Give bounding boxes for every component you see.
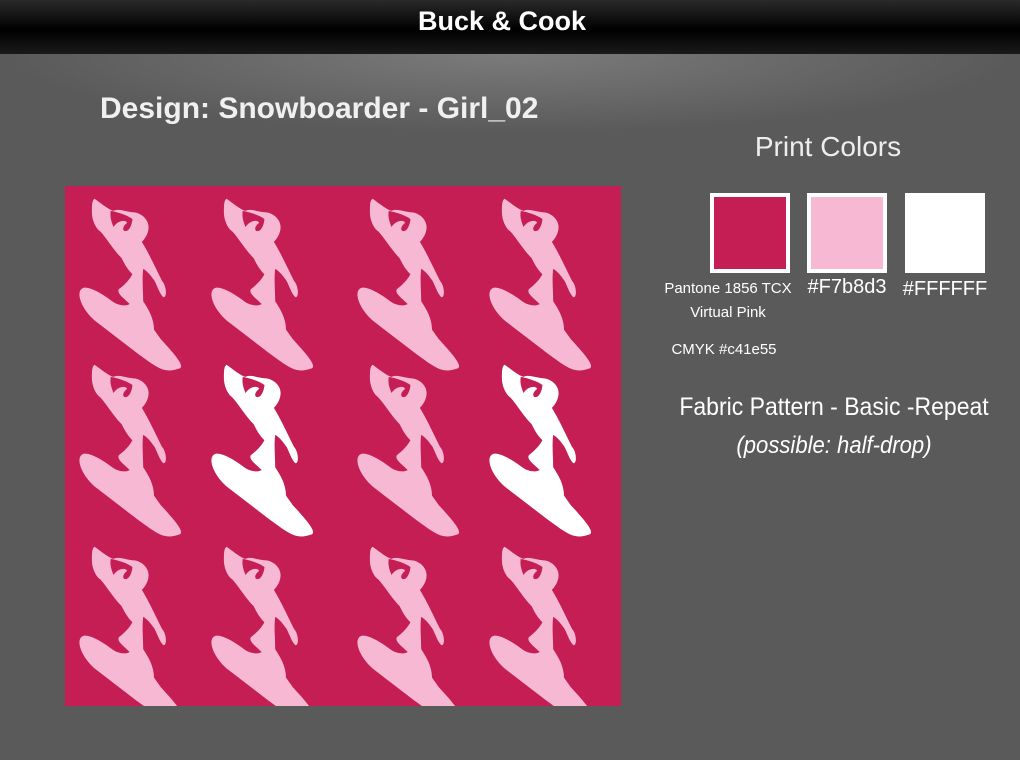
swatch-white <box>905 193 985 273</box>
pattern-type-label: Fabric Pattern - Basic -Repeat <box>679 393 989 421</box>
print-colors-title: Print Colors <box>754 131 902 162</box>
swatch-1-name-label: Virtual Pink <box>690 304 766 321</box>
swatch-3-hex-label: #FFFFFF <box>902 278 988 300</box>
swatch-1-pantone-label: Pantone 1856 TCX <box>664 280 792 297</box>
pattern-alternative-label: (possible: half-drop) <box>736 432 932 459</box>
swatch-light-pink <box>807 193 887 273</box>
fabric-pattern-preview <box>65 186 621 706</box>
design-title: Design: Snowboarder - Girl_02 <box>100 92 539 125</box>
swatch-virtual-pink <box>710 193 790 273</box>
swatch-1-cmyk-label: CMYK #c41e55 <box>671 341 777 358</box>
swatch-2-hex-label: #F7b8d3 <box>807 276 887 298</box>
brand-title: Buck & Cook <box>417 6 587 36</box>
